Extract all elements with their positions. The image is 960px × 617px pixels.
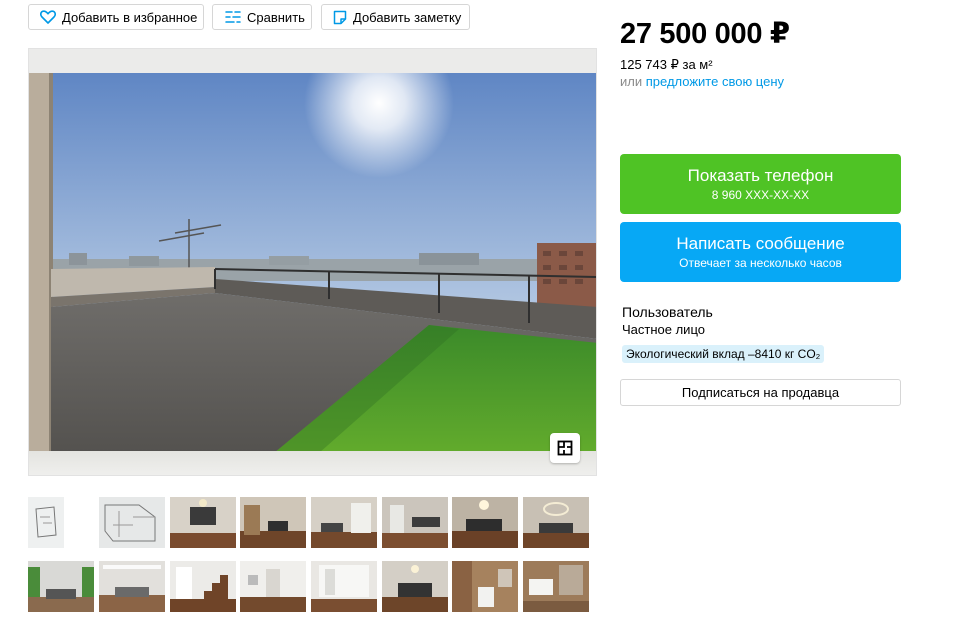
thumbnail-photo-5[interactable] — [311, 497, 377, 548]
response-time-text: Отвечает за несколько часов — [679, 255, 842, 270]
add-to-favorites-button[interactable]: Добавить в избранное — [28, 4, 204, 30]
thumbnail-photo-10[interactable] — [99, 561, 165, 612]
thumbnail-photo-12[interactable] — [240, 561, 306, 612]
thumbnail-photo-14[interactable] — [382, 561, 448, 612]
price: 27 500 000 ₽ — [620, 18, 790, 50]
heart-icon — [40, 10, 56, 24]
write-message-button[interactable]: Написать сообщение Отвечает за несколько… — [620, 222, 901, 282]
main-photo-viewer[interactable] — [28, 48, 597, 476]
write-message-label: Написать сообщение — [676, 233, 845, 253]
thumbnail-photo-15[interactable] — [452, 561, 518, 612]
thumbnail-photo-16[interactable] — [523, 561, 589, 612]
floor-plan-button[interactable] — [550, 433, 580, 463]
thumbnail-plan-2[interactable] — [99, 497, 165, 548]
thumbnail-photo-3[interactable] — [170, 497, 236, 548]
subscribe-label: Подписаться на продавца — [681, 385, 840, 400]
note-icon — [333, 10, 347, 24]
seller-name[interactable]: Пользователь — [622, 304, 713, 320]
thumbnail-photo-6[interactable] — [382, 497, 448, 548]
masked-phone-number: 8 960 XXX-XX-XX — [711, 187, 810, 202]
show-phone-button[interactable]: Показать телефон 8 960 XXX-XX-XX — [620, 154, 901, 214]
price-per-square-meter: 125 743 ₽ за м² — [620, 57, 713, 72]
note-label: Добавить заметку — [353, 9, 462, 25]
compare-list-icon — [225, 11, 241, 23]
add-note-button[interactable]: Добавить заметку — [321, 4, 470, 30]
eco-contribution-badge[interactable]: Экологический вклад –8410 кг CO₂ — [622, 345, 825, 363]
subscribe-to-seller-button[interactable]: Подписаться на продавца — [620, 379, 901, 406]
main-photo[interactable] — [29, 73, 597, 453]
thumbnail-photo-4[interactable] — [240, 497, 306, 548]
compare-button[interactable]: Сравнить — [212, 4, 312, 30]
offer-prefix: или — [620, 74, 643, 89]
offer-price-line: или предложите свою цену — [620, 74, 784, 89]
offer-price-link[interactable]: предложите свою цену — [646, 74, 784, 89]
thumbnail-photo-7[interactable] — [452, 497, 518, 548]
thumbnail-plan-1[interactable] — [28, 497, 64, 548]
show-phone-label: Показать телефон — [687, 165, 834, 185]
compare-label: Сравнить — [247, 9, 305, 25]
thumbnail-photo-9[interactable] — [28, 561, 94, 612]
favorite-label: Добавить в избранное — [62, 9, 198, 25]
seller-type: Частное лицо — [622, 322, 705, 337]
thumbnail-photo-11[interactable] — [170, 561, 236, 612]
photo-frame-bottom — [29, 451, 596, 475]
thumbnail-photo-13[interactable] — [311, 561, 377, 612]
thumbnail-photo-8[interactable] — [523, 497, 589, 548]
floor-plan-icon — [557, 440, 573, 456]
